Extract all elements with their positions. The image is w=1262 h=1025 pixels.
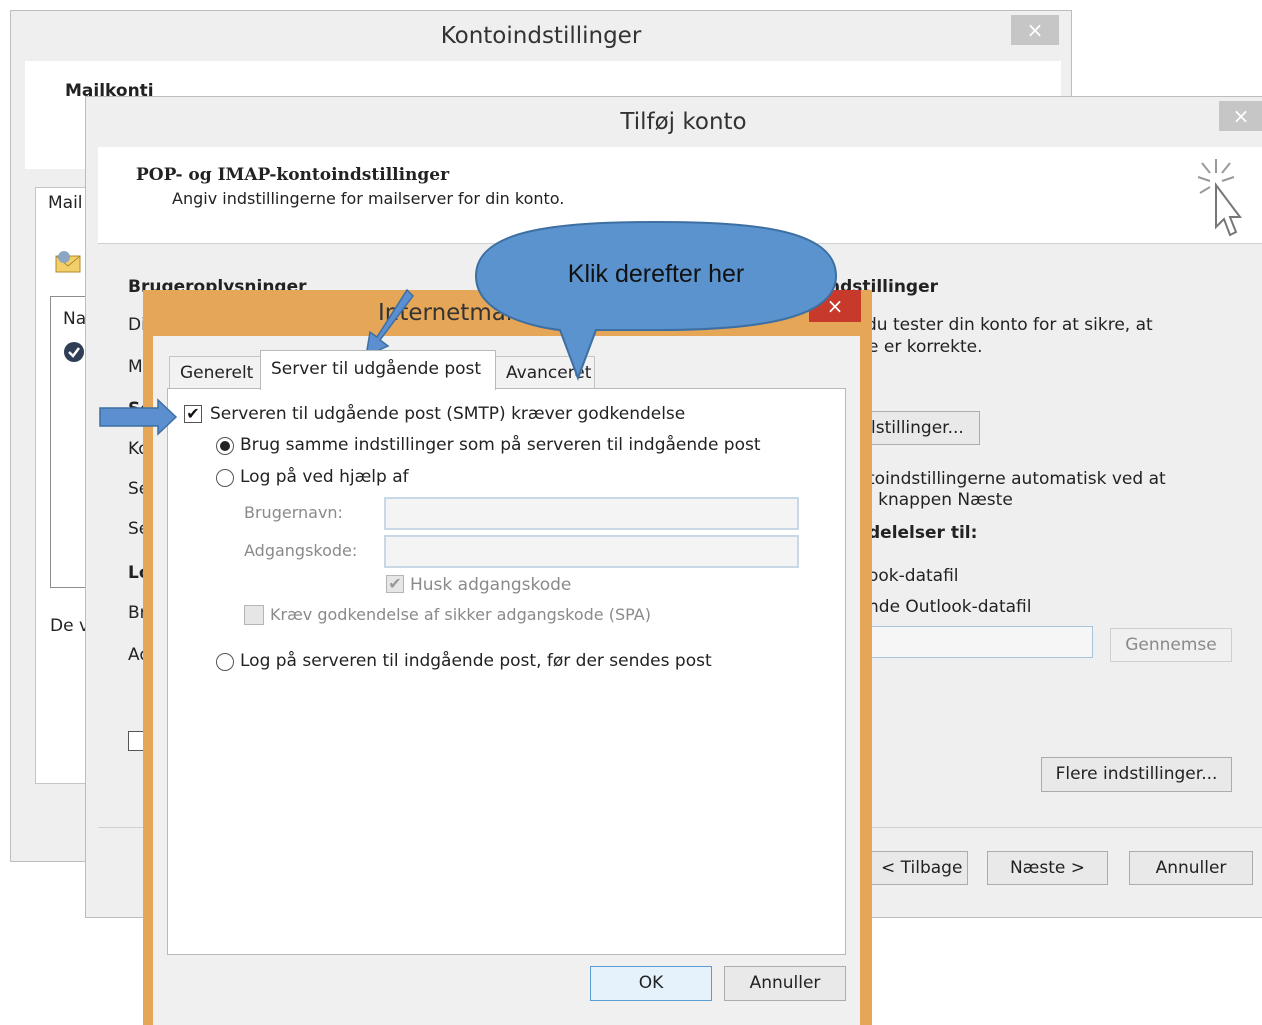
arrow-icon-left [99, 398, 178, 436]
tab-server-til-udgaaende-post[interactable]: Server til udgående post [260, 350, 496, 390]
callout-text: Klik derefter her [567, 260, 745, 288]
arrow-icon [365, 288, 414, 358]
callout-bubble [474, 220, 838, 381]
annotation-overlay [99, 220, 838, 436]
